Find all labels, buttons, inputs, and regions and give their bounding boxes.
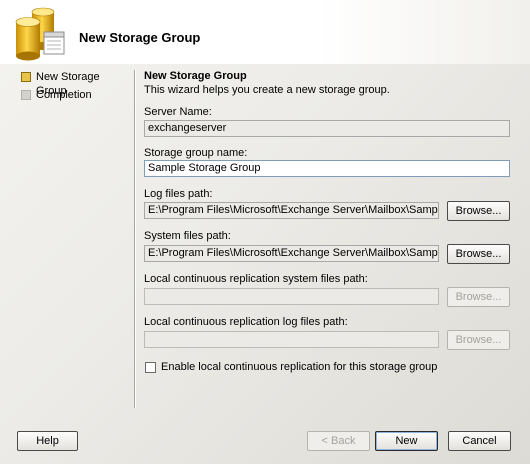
wizard-window: New Storage Group New Storage Group Comp… xyxy=(0,0,530,464)
lcr-log-files-path-label: Local continuous replication log files p… xyxy=(144,316,348,328)
step-completion: Completion xyxy=(10,88,132,106)
help-button[interactable]: Help xyxy=(17,431,78,451)
log-files-path-label: Log files path: xyxy=(144,188,213,200)
system-files-path-label: System files path: xyxy=(144,230,231,242)
log-files-path-field: E:\Program Files\Microsoft\Exchange Serv… xyxy=(144,202,439,219)
lcr-system-files-browse-button: Browse... xyxy=(447,287,510,307)
page-intro: New Storage Group This wizard helps you … xyxy=(144,70,516,97)
step-label: Completion xyxy=(36,89,92,101)
lcr-log-files-path-field xyxy=(144,331,439,348)
page-title: New Storage Group xyxy=(144,70,247,82)
step-new-storage-group: New Storage Group xyxy=(10,70,132,97)
storage-group-name-label: Storage group name: xyxy=(144,147,248,159)
log-files-browse-button[interactable]: Browse... xyxy=(447,201,510,221)
server-name-field: exchangeserver xyxy=(144,120,510,137)
lcr-system-files-path-field xyxy=(144,288,439,305)
cancel-button[interactable]: Cancel xyxy=(448,431,511,451)
page-description: This wizard helps you create a new stora… xyxy=(144,84,390,96)
vertical-divider xyxy=(134,70,135,408)
new-button[interactable]: New xyxy=(375,431,438,451)
wizard-title: New Storage Group xyxy=(79,30,201,45)
current-step-marker-icon xyxy=(21,72,31,82)
system-files-path-field: E:\Program Files\Microsoft\Exchange Serv… xyxy=(144,245,439,262)
enable-lcr-checkbox[interactable] xyxy=(145,362,156,373)
back-button: < Back xyxy=(307,431,370,451)
lcr-log-files-browse-button: Browse... xyxy=(447,330,510,350)
storage-group-icon xyxy=(15,7,65,61)
enable-lcr-label[interactable]: Enable local continuous replication for … xyxy=(161,360,437,374)
system-files-browse-button[interactable]: Browse... xyxy=(447,244,510,264)
storage-group-name-input[interactable]: Sample Storage Group xyxy=(144,160,510,177)
lcr-system-files-path-label: Local continuous replication system file… xyxy=(144,273,368,285)
wizard-steps: New Storage Group Completion xyxy=(10,70,132,106)
pending-step-marker-icon xyxy=(21,90,31,100)
server-name-label: Server Name: xyxy=(144,106,212,118)
wizard-header: New Storage Group xyxy=(0,0,530,64)
